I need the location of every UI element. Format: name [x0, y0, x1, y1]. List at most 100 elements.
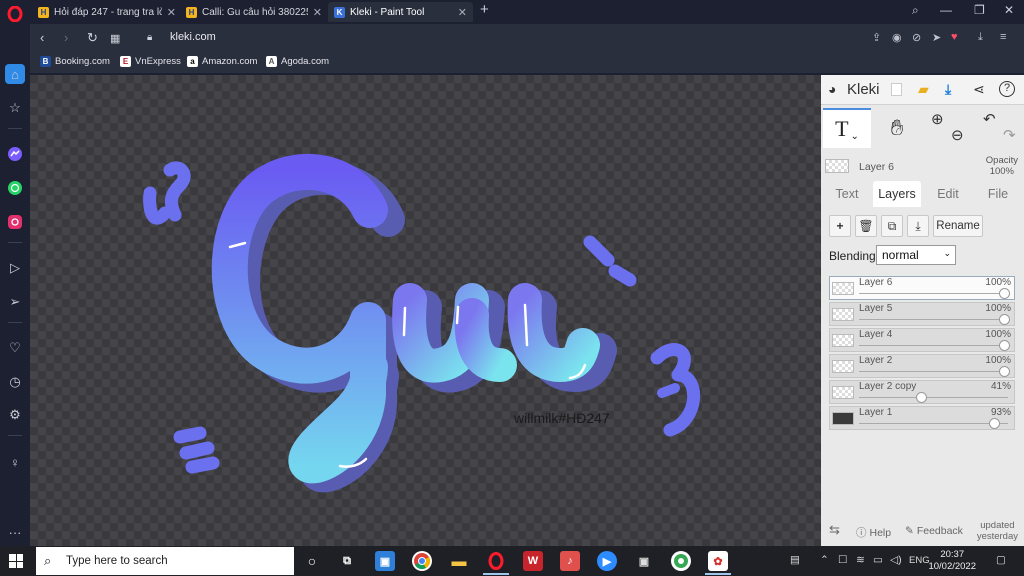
layer-row[interactable]: Layer 4 100% — [829, 328, 1015, 352]
task-view-icon[interactable]: ⧉ — [337, 551, 357, 571]
layer-row[interactable]: Layer 1 93% — [829, 406, 1015, 430]
opacity-slider-track[interactable] — [859, 371, 1008, 372]
url-field[interactable]: kleki.com — [170, 31, 216, 43]
send-page-icon[interactable]: ➤ — [932, 31, 941, 44]
undo-icon[interactable]: ↶ — [983, 110, 996, 128]
open-folder-icon[interactable]: ▰ — [918, 81, 929, 98]
store-icon[interactable]: ▣ — [375, 551, 395, 571]
opacity-slider-track[interactable] — [859, 345, 1008, 346]
favorite-heart-icon[interactable]: ♥ — [951, 31, 958, 43]
wps-office-icon[interactable]: W — [523, 551, 543, 571]
delete-layer-icon[interactable]: 🗑︎ — [855, 215, 877, 237]
opacity-slider-knob[interactable] — [999, 340, 1010, 351]
taskbar-search[interactable]: ⌕ Type here to search — [36, 547, 294, 575]
more-icon[interactable]: ··· — [5, 522, 25, 542]
tray-chevron-icon[interactable]: ⌃ — [820, 554, 829, 566]
opacity-slider-knob[interactable] — [999, 366, 1010, 377]
battery-icon[interactable]: ▭ — [873, 554, 883, 566]
updated-note[interactable]: updated yesterday — [977, 520, 1018, 542]
zoom-in-icon[interactable]: ⊕ — [931, 110, 944, 128]
restore-icon[interactable]: ❐ — [974, 3, 985, 17]
text-tool-button[interactable]: T ⌄ — [823, 108, 871, 148]
feedback-button[interactable]: ✎ Feedback — [905, 525, 963, 537]
reload-icon[interactable]: ↻ — [87, 30, 98, 46]
settings-icon[interactable]: ⚙ — [5, 405, 25, 425]
opacity-slider-track[interactable] — [859, 397, 1008, 398]
layer-row[interactable]: Layer 2 copy 41% — [829, 380, 1015, 404]
bookmark-item[interactable]: E VnExpress — [120, 56, 181, 67]
bookmark-item[interactable]: a Amazon.com — [187, 56, 257, 67]
opacity-slider-track[interactable] — [859, 319, 1008, 320]
browser-tab[interactable]: H Calli: Gu câu hỏi 3802252 - ✕ — [180, 2, 328, 22]
opacity-slider-track[interactable] — [859, 293, 1008, 294]
forward-icon[interactable]: › — [64, 30, 68, 45]
layer-row[interactable]: Layer 5 100% — [829, 302, 1015, 326]
blending-select[interactable]: normal ⌄ — [876, 245, 956, 265]
tab-text[interactable]: Text — [827, 181, 867, 207]
speed-dial-icon[interactable]: ▦ — [110, 32, 120, 45]
taskbar-widget-icon[interactable]: ▤ — [790, 554, 800, 566]
tab-layers[interactable]: Layers — [873, 181, 921, 207]
close-icon[interactable]: ✕ — [313, 6, 322, 19]
help-icon[interactable]: ? — [999, 81, 1015, 97]
opera-logo-icon[interactable] — [5, 4, 25, 24]
home-icon[interactable]: ⌂ — [5, 64, 25, 84]
save-download-icon[interactable]: ⤓ — [945, 81, 951, 98]
file-explorer-icon[interactable]: ▬ — [449, 551, 469, 571]
back-icon[interactable]: ‹ — [40, 30, 44, 45]
language-indicator[interactable]: ENG — [909, 555, 930, 566]
browser-app-icon[interactable] — [671, 551, 691, 571]
browser-tab-active[interactable]: K Kleki - Paint Tool ✕ — [328, 2, 473, 22]
opera-taskbar-icon[interactable] — [486, 551, 506, 571]
help-button[interactable]: ⓘ Help — [856, 525, 891, 540]
volume-icon[interactable]: ◁) — [890, 554, 902, 566]
share-page-icon[interactable]: ⇪ — [872, 31, 881, 44]
swap-icon[interactable]: ⇆ — [829, 522, 840, 538]
chat-icon[interactable]: ☐ — [838, 554, 847, 566]
duplicate-layer-icon[interactable]: ⧉ — [881, 215, 903, 237]
media-player-icon[interactable]: ▣ — [634, 551, 654, 571]
opacity-slider-track[interactable] — [859, 423, 1008, 424]
lightbulb-icon[interactable]: ♀ — [5, 452, 25, 472]
tab-file[interactable]: File — [977, 181, 1019, 207]
history-icon[interactable]: ◷ — [5, 372, 25, 392]
cortana-icon[interactable]: ○ — [302, 551, 322, 571]
opacity-slider-knob[interactable] — [999, 288, 1010, 299]
player-icon[interactable]: ▷ — [5, 258, 25, 278]
messenger-icon[interactable] — [5, 144, 25, 164]
tab-edit[interactable]: Edit — [927, 181, 969, 207]
merge-down-icon[interactable]: ⤓ — [907, 215, 929, 237]
minimize-icon[interactable]: — — [940, 3, 952, 17]
paint-app-icon[interactable]: ✿ — [708, 551, 728, 571]
download-icon[interactable]: ⤓ — [978, 31, 983, 44]
opacity-slider-knob[interactable] — [916, 392, 928, 403]
notifications-icon[interactable]: ▢ — [996, 554, 1006, 566]
music-app-icon[interactable]: ♪ — [560, 551, 580, 571]
instagram-icon[interactable] — [5, 212, 25, 232]
menu-icon[interactable]: ≡ — [1000, 31, 1006, 43]
star-icon[interactable]: ☆ — [5, 98, 25, 118]
heart-icon[interactable]: ♡ — [5, 338, 25, 358]
clock[interactable]: 20:37 10/02/2022 — [928, 549, 976, 573]
zoom-out-icon[interactable]: ⊖ — [951, 126, 964, 144]
hand-tool-button[interactable]: ✋︎ — [873, 108, 921, 148]
send-icon[interactable]: ➢ — [5, 292, 25, 312]
close-icon[interactable]: ✕ — [458, 6, 467, 19]
whatsapp-icon[interactable] — [5, 178, 25, 198]
drawing-canvas[interactable]: willmilk#HĐ247 — [30, 75, 821, 546]
layer-row[interactable]: Layer 6 100% — [829, 276, 1015, 300]
rename-button[interactable]: Rename — [933, 215, 983, 237]
bookmark-item[interactable]: B Booking.com — [40, 56, 110, 67]
camera-icon[interactable]: ◉ — [892, 31, 902, 44]
windows-start-icon[interactable] — [9, 554, 23, 568]
search-tabs-icon[interactable]: ⌕ — [912, 3, 919, 18]
chrome-icon[interactable] — [412, 551, 432, 571]
layer-row[interactable]: Layer 2 100% — [829, 354, 1015, 378]
opacity-slider-knob[interactable] — [999, 314, 1010, 325]
vpn-icon[interactable]: ⊘ — [912, 31, 921, 44]
zoom-app-icon[interactable]: ▶ — [597, 551, 617, 571]
new-image-icon[interactable] — [891, 83, 902, 96]
opacity-slider-knob[interactable] — [989, 418, 1001, 429]
bookmark-item[interactable]: A Agoda.com — [266, 56, 329, 67]
redo-icon[interactable]: ↷ — [1003, 126, 1016, 144]
